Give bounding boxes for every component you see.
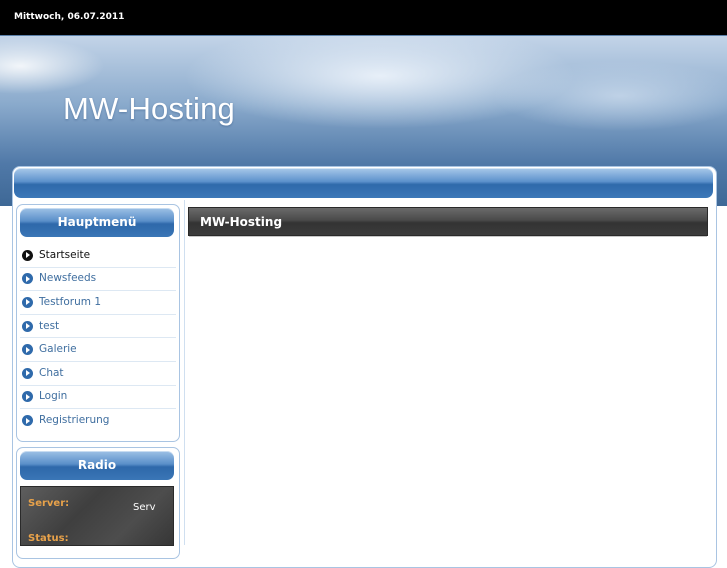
menu-item-label: Galerie [39, 343, 77, 356]
menu-item-galerie[interactable]: Galerie [20, 338, 176, 362]
menu-item-newsfeeds[interactable]: Newsfeeds [20, 268, 176, 292]
radio-server-label: Server: [28, 498, 70, 509]
radio-server-value: Serv [133, 502, 156, 513]
arrow-bullet-icon [22, 320, 33, 332]
content-heading: MW-Hosting [188, 207, 708, 237]
arrow-bullet-icon [22, 273, 33, 285]
menu-item-login[interactable]: Login [20, 386, 176, 410]
arrow-bullet-icon [22, 344, 33, 356]
current-date: Mittwoch, 06.07.2011 [14, 12, 125, 22]
menu-item-label: Testforum 1 [39, 295, 102, 308]
main-menu-list: Startseite Newsfeeds Testforum 1 test Ga… [17, 244, 179, 433]
menu-item-testforum[interactable]: Testforum 1 [20, 291, 176, 315]
menu-item-registrierung[interactable]: Registrierung [20, 409, 176, 433]
content-heading-text: MW-Hosting [200, 215, 283, 229]
date-bar: Mittwoch, 06.07.2011 [0, 0, 727, 36]
arrow-bullet-icon [22, 415, 33, 427]
menu-item-label: test [39, 319, 60, 332]
radio-player-panel: Server: Serv Status: [20, 486, 174, 546]
menu-item-label: Registrierung [39, 414, 110, 427]
radio-title: Radio [20, 451, 174, 480]
arrow-bullet-icon [22, 249, 33, 261]
arrow-bullet-icon [22, 296, 33, 308]
menu-item-label: Login [39, 390, 68, 403]
radio-status-label: Status: [28, 533, 69, 544]
column-divider [184, 200, 185, 545]
menu-item-startseite[interactable]: Startseite [20, 244, 176, 268]
main-menu-title: Hauptmenü [20, 208, 174, 237]
site-title[interactable]: MW-Hosting [63, 91, 235, 127]
arrow-bullet-icon [22, 391, 33, 403]
main-menu-box: Hauptmenü Startseite Newsfeeds Testforum… [16, 204, 180, 442]
menu-item-chat[interactable]: Chat [20, 362, 176, 386]
top-navigation-bar [14, 168, 713, 198]
menu-item-label: Startseite [39, 248, 91, 261]
menu-item-test[interactable]: test [20, 315, 176, 339]
menu-item-label: Newsfeeds [39, 272, 97, 285]
menu-item-label: Chat [39, 366, 64, 379]
radio-box: Radio Server: Serv Status: [16, 447, 180, 559]
arrow-bullet-icon [22, 367, 33, 379]
